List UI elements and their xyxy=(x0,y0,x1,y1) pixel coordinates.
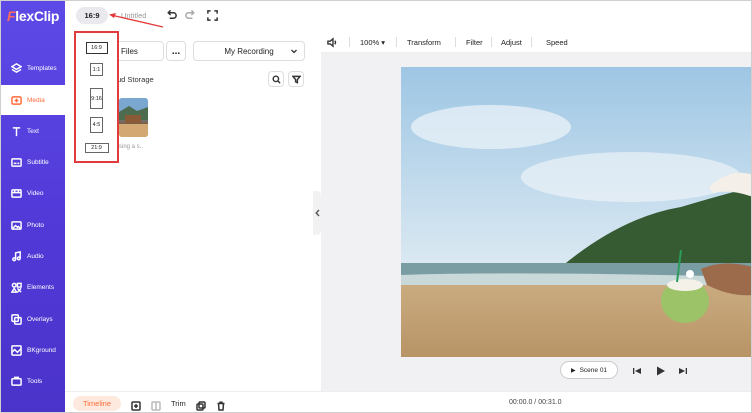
adjust-button[interactable]: Adjust xyxy=(501,38,522,47)
recording-dropdown-label: My Recording xyxy=(224,46,274,56)
timeline-button[interactable]: Timeline xyxy=(73,396,121,411)
transform-button[interactable]: Transform xyxy=(407,38,441,47)
sidebar-item-label: Audio xyxy=(27,252,44,260)
zoom-level[interactable]: 100% ▾ xyxy=(360,38,385,47)
ratio-option-9-16[interactable]: 9:16 xyxy=(76,88,117,109)
split-icon[interactable] xyxy=(151,398,161,411)
audio-icon xyxy=(10,250,22,262)
cloud-storage-label[interactable]: ud Storage xyxy=(117,75,154,84)
divider xyxy=(349,37,350,47)
chevron-left-icon xyxy=(314,209,320,217)
top-bar: 16:9 Untitled xyxy=(65,1,751,31)
sidebar-item-label: Overlays xyxy=(27,315,53,323)
sidebar: FlexClip Templates Media Text Subtitle V… xyxy=(1,1,65,412)
scene-button[interactable]: ▶ Scene 01 xyxy=(560,361,618,379)
ratio-option-label: 9:16 xyxy=(90,88,103,109)
sidebar-item-label: Subtitle xyxy=(27,158,49,166)
more-options-button[interactable]: ... xyxy=(166,41,186,61)
playback-controls: ▶ Scene 01 xyxy=(321,359,751,383)
thumbnail-caption: sing a s.. xyxy=(119,144,144,150)
sidebar-item-overlays[interactable]: Overlays xyxy=(1,304,65,334)
sidebar-item-label: Text xyxy=(27,127,39,135)
sidebar-item-templates[interactable]: Templates xyxy=(1,53,65,83)
filter-icon[interactable] xyxy=(288,71,304,87)
bkground-icon xyxy=(10,344,22,356)
sidebar-item-label: Elements xyxy=(27,283,55,291)
sidebar-item-photo[interactable]: Photo xyxy=(1,210,65,240)
flexclip-editor: FlexClip Templates Media Text Subtitle V… xyxy=(0,0,752,413)
aspect-ratio-menu: 16:9 1:1 9:16 4:5 21:9 xyxy=(74,31,119,163)
filter-button[interactable]: Filter xyxy=(466,38,483,47)
bottom-bar: Timeline Trim 00:00.0 / 00:31.0 xyxy=(65,391,751,412)
undo-icon[interactable] xyxy=(165,9,178,22)
sidebar-item-bkground[interactable]: BKground xyxy=(1,335,65,365)
overlays-icon xyxy=(10,313,22,325)
video-preview[interactable] xyxy=(401,67,751,357)
text-icon xyxy=(10,125,22,137)
sidebar-item-label: Video xyxy=(27,189,44,197)
editor-toolbar: 100% ▾ Transform Filter Adjust Speed xyxy=(321,31,751,53)
add-scene-icon[interactable] xyxy=(131,398,141,411)
recording-dropdown[interactable]: My Recording xyxy=(193,41,305,61)
ratio-option-21-9[interactable]: 21:9 xyxy=(76,143,117,153)
sidebar-item-audio[interactable]: Audio xyxy=(1,241,65,271)
speed-button[interactable]: Speed xyxy=(546,38,568,47)
sidebar-item-subtitle[interactable]: Subtitle xyxy=(1,147,65,177)
volume-icon[interactable] xyxy=(327,37,338,50)
ratio-option-label: 1:1 xyxy=(90,63,103,76)
annotation-arrow-icon xyxy=(109,13,164,28)
ratio-option-16-9[interactable]: 16:9 xyxy=(76,42,117,54)
aspect-ratio-button[interactable]: 16:9 xyxy=(76,7,108,24)
zoom-value: 100% xyxy=(360,38,380,47)
sidebar-item-label: BKground xyxy=(27,346,56,354)
sidebar-item-label: Tools xyxy=(27,377,43,385)
divider xyxy=(396,37,397,47)
media-thumbnail[interactable] xyxy=(119,98,148,137)
skip-forward-icon[interactable] xyxy=(677,364,689,376)
chevron-down-icon xyxy=(291,49,297,54)
logo-text: FlexClip xyxy=(7,8,60,24)
timecode: 00:00.0 / 00:31.0 xyxy=(509,399,562,406)
sidebar-item-media[interactable]: Media xyxy=(1,85,65,115)
sidebar-item-text[interactable]: Text xyxy=(1,116,65,146)
elements-icon xyxy=(10,281,22,293)
redo-icon[interactable] xyxy=(184,9,197,22)
play-icon[interactable] xyxy=(654,364,666,376)
divider xyxy=(455,37,456,47)
photo-icon xyxy=(10,219,22,231)
app-logo: FlexClip xyxy=(7,8,59,24)
ratio-option-4-5[interactable]: 4:5 xyxy=(76,117,117,133)
sidebar-item-label: Photo xyxy=(27,221,44,229)
ratio-option-1-1[interactable]: 1:1 xyxy=(76,63,117,76)
ratio-option-label: 16:9 xyxy=(85,42,108,54)
collapse-panel-handle[interactable] xyxy=(313,191,321,235)
search-icon[interactable] xyxy=(268,71,284,87)
scene-label: Scene 01 xyxy=(579,366,608,374)
files-button[interactable]: Files xyxy=(112,41,164,61)
sidebar-item-label: Media xyxy=(27,96,45,104)
ratio-option-label: 4:5 xyxy=(90,117,103,133)
play-small-icon: ▶ xyxy=(570,367,576,374)
sidebar-item-tools[interactable]: Tools xyxy=(1,366,65,396)
timeline-label: Timeline xyxy=(82,399,112,408)
skip-back-icon[interactable] xyxy=(631,364,643,376)
tools-icon xyxy=(10,375,22,387)
media-icon xyxy=(10,94,22,106)
delete-icon[interactable] xyxy=(216,398,226,411)
subtitle-icon xyxy=(10,156,22,168)
ratio-option-label: 21:9 xyxy=(84,143,109,153)
video-icon xyxy=(10,187,22,199)
editor-area: 100% ▾ Transform Filter Adjust Speed ▶ S… xyxy=(321,31,751,391)
trim-button[interactable]: Trim xyxy=(171,399,186,408)
sidebar-item-label: Templates xyxy=(27,64,57,72)
templates-icon xyxy=(10,62,22,74)
duplicate-icon[interactable] xyxy=(196,398,206,411)
divider xyxy=(531,37,532,47)
fullscreen-icon[interactable] xyxy=(206,9,219,22)
divider xyxy=(491,37,492,47)
sidebar-item-video[interactable]: Video xyxy=(1,178,65,208)
sidebar-item-elements[interactable]: Elements xyxy=(1,272,65,302)
